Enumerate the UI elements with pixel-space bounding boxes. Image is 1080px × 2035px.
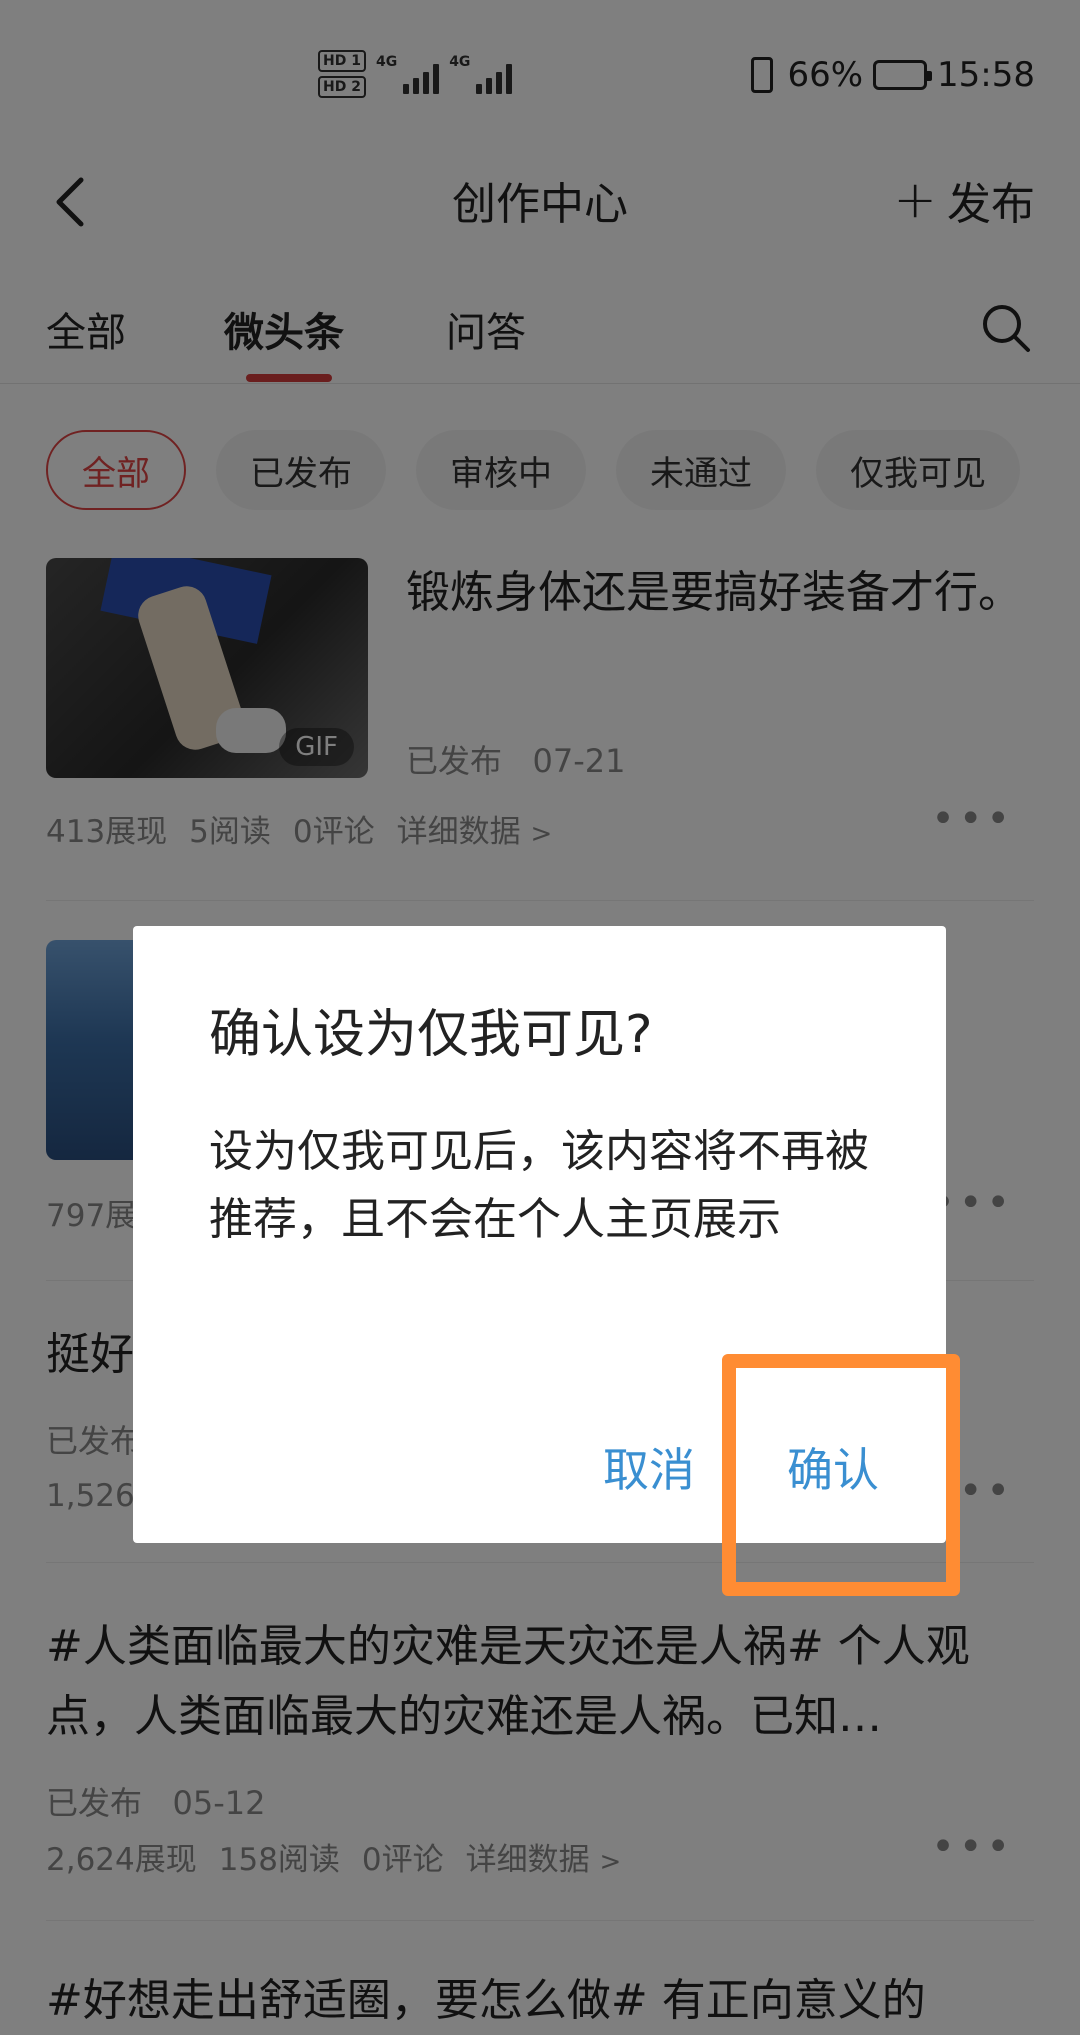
dialog-title: 确认设为仅我可见? — [209, 1005, 653, 1065]
dialog-message: 设为仅我可见后，该内容将不再被推荐，且不会在个人主页展示 — [209, 1126, 869, 1245]
cancel-button[interactable]: 取消 — [603, 1434, 695, 1500]
highlight-box — [722, 1354, 960, 1596]
